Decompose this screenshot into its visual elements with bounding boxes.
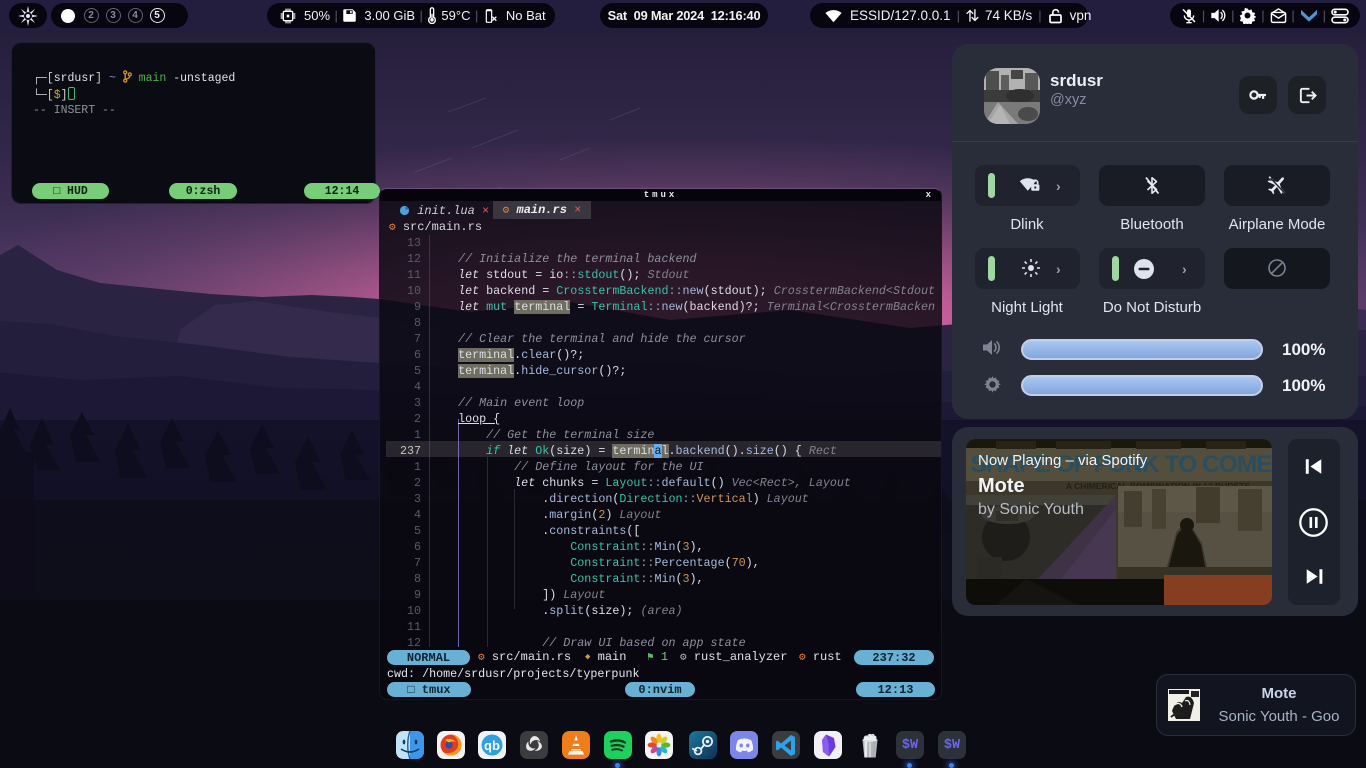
svg-text:qb: qb [484, 738, 500, 753]
